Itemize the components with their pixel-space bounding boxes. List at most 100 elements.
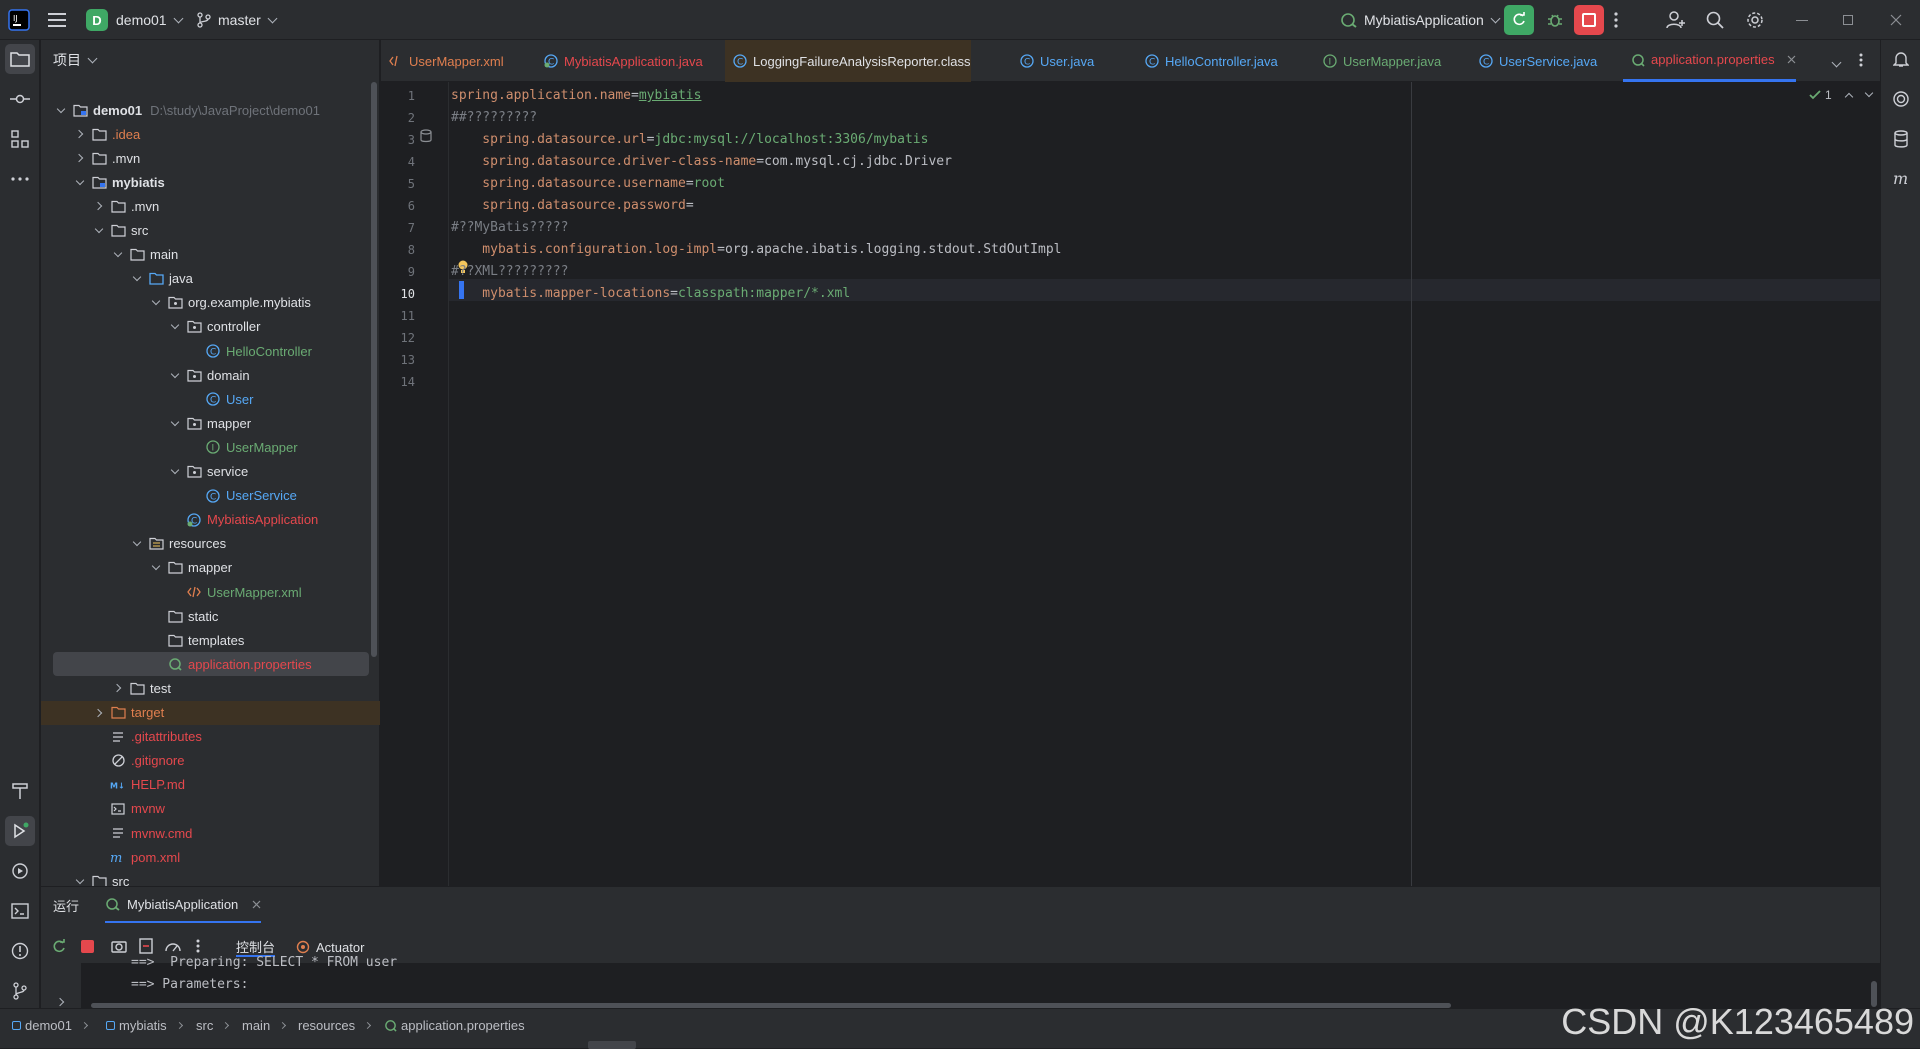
tree-item-usermapper[interactable]: I UserMapper (41, 435, 371, 459)
minimize-icon[interactable] (1796, 0, 1808, 40)
branch-selector[interactable]: master (196, 0, 278, 40)
maven-tool-button[interactable]: m (1886, 164, 1916, 194)
chevron-down-icon[interactable] (129, 271, 145, 287)
chevron-right-icon[interactable] (72, 150, 88, 166)
rerun-button[interactable] (1504, 0, 1534, 40)
tab-loggingfailureanalysisreporter-class[interactable]: C LoggingFailureAnalysisReporter.class (725, 40, 971, 82)
chevron-right-icon[interactable] (91, 705, 107, 721)
code-line[interactable]: spring.datasource.driver-class-name=com.… (451, 151, 952, 173)
git-tool-button[interactable] (5, 976, 35, 1006)
camera-icon[interactable] (111, 939, 127, 956)
chevron-down-icon[interactable] (91, 223, 107, 239)
debug-button[interactable] (1540, 0, 1570, 40)
chevron-down-icon[interactable] (148, 295, 164, 311)
tree-item-java[interactable]: java (41, 267, 371, 291)
run-config-tab[interactable]: MybiatisApplication (105, 887, 262, 923)
tree-item-mybiatisapplication[interactable]: C MybiatisApplication (41, 508, 371, 532)
tree-item-mvnw-cmd[interactable]: mvnw.cmd (41, 821, 371, 845)
code-line[interactable]: #??MyBatis????? (451, 217, 568, 239)
tree-item-src[interactable]: src (41, 219, 371, 243)
tree-item-templates[interactable]: templates (41, 628, 371, 652)
chevron-down-icon[interactable] (167, 319, 183, 335)
tree-item-hellocontroller[interactable]: C HelloController (41, 339, 371, 363)
stop-button[interactable] (1574, 0, 1604, 40)
tab-usermapper-java[interactable]: I UserMapper.java (1315, 40, 1441, 82)
tree-item-mvn[interactable]: .mvn (41, 194, 371, 218)
problems-tool-button[interactable] (5, 936, 35, 966)
tree-item-static[interactable]: static (41, 604, 371, 628)
code-line[interactable]: mybatis.configuration.log-impl=org.apach… (451, 239, 1061, 261)
tree-item-idea[interactable]: .idea (41, 122, 371, 146)
tab-list-chevron-icon[interactable] (1831, 54, 1842, 69)
more-tools-button[interactable] (5, 164, 35, 194)
datasource-gutter-icon[interactable] (419, 129, 433, 146)
tab-application-properties[interactable]: application.properties (1623, 40, 1796, 82)
tab-mybiatisapplication-java[interactable]: C MybiatisApplication.java (536, 40, 703, 82)
tree-item-demo01[interactable]: demo01 D:\study\JavaProject\demo01 (41, 98, 371, 122)
close-window-icon[interactable] (1890, 0, 1902, 40)
tree-item-mapper[interactable]: mapper (41, 411, 371, 435)
tree-item-userservice[interactable]: C UserService (41, 484, 371, 508)
tree-item-service[interactable]: service (41, 460, 371, 484)
tree-item-application-properties[interactable]: application.properties (53, 652, 369, 677)
close-tab-icon[interactable] (1787, 55, 1796, 64)
tab-user-java[interactable]: C User.java (1012, 40, 1094, 82)
chevron-down-icon[interactable] (110, 247, 126, 263)
structure-tool-button[interactable] (5, 124, 35, 154)
tree-item-usermapper-xml[interactable]: UserMapper.xml (41, 580, 371, 604)
tree-item-mapper[interactable]: mapper (41, 556, 371, 580)
notifications-button[interactable] (1886, 44, 1916, 74)
tree-item-user[interactable]: C User (41, 387, 371, 411)
breadcrumb-item[interactable]: resources (298, 1009, 372, 1041)
project-tool-button[interactable] (5, 44, 35, 74)
chevron-down-icon[interactable] (148, 560, 164, 576)
tab-usermapper-xml[interactable]: UserMapper.xml (381, 40, 504, 82)
next-highlight-icon[interactable] (1864, 88, 1873, 98)
tree-item-help-md[interactable]: M↓ HELP.md (41, 773, 371, 797)
breadcrumb-item[interactable]: demo01 (12, 1009, 89, 1041)
inspection-widget[interactable]: 1 (1809, 88, 1873, 102)
tree-item-controller[interactable]: controller (41, 315, 371, 339)
more-actions-icon[interactable] (196, 939, 200, 956)
chevron-down-icon[interactable] (167, 415, 183, 431)
main-menu-icon[interactable] (48, 0, 66, 40)
run-tool-button[interactable] (5, 816, 35, 846)
tab-more-icon[interactable] (1859, 53, 1863, 70)
tree-item-resources[interactable]: resources (41, 532, 371, 556)
tree-item-gitattributes[interactable]: .gitattributes (41, 725, 371, 749)
chevron-right-icon[interactable] (91, 198, 107, 214)
breadcrumb-item[interactable]: main (242, 1009, 287, 1041)
stop-icon[interactable] (81, 940, 94, 953)
actuator-tab[interactable]: Actuator (296, 937, 364, 957)
search-icon[interactable] (1706, 0, 1724, 40)
chevron-down-icon[interactable] (72, 174, 88, 190)
chevron-down-icon[interactable] (167, 367, 183, 383)
code-line[interactable]: #??XML????????? (451, 261, 568, 283)
tree-item-mvnw[interactable]: mvnw (41, 797, 371, 821)
tab-userservice-java[interactable]: C UserService.java (1471, 40, 1597, 82)
close-tab-icon[interactable] (252, 900, 261, 909)
profiler-icon[interactable] (165, 939, 181, 956)
code-line[interactable]: ##????????? (451, 107, 537, 129)
tree-item-gitignore[interactable]: .gitignore (41, 749, 371, 773)
code-line[interactable]: spring.datasource.url=jdbc:mysql://local… (451, 129, 928, 151)
commit-tool-button[interactable] (5, 84, 35, 114)
tree-item-target[interactable]: target (41, 700, 380, 725)
more-actions-icon[interactable] (1614, 0, 1618, 40)
code-editor[interactable]: 1 2 3 4 5 6 7 8 9 10 11 12 13 14 spring.application.n… (381, 82, 1880, 886)
tree-item-pom-xml[interactable]: m pom.xml (41, 845, 371, 869)
console-tab[interactable]: 控制台 (236, 937, 276, 957)
breadcrumb-item[interactable]: application.properties (384, 1009, 525, 1041)
tree-item-main[interactable]: main (41, 243, 371, 267)
expand-chevron-icon[interactable] (55, 993, 65, 1008)
ai-assistant-button[interactable] (1886, 84, 1916, 114)
previous-highlight-icon[interactable] (1844, 92, 1853, 102)
chevron-right-icon[interactable] (72, 126, 88, 142)
project-panel-header[interactable]: 项目 (41, 40, 380, 80)
tree-item-mvn[interactable]: .mvn (41, 146, 371, 170)
breadcrumb-item[interactable]: mybiatis (106, 1009, 183, 1041)
chevron-right-icon[interactable] (110, 680, 126, 696)
tree-item-domain[interactable]: domain (41, 363, 371, 387)
run-config-selector[interactable]: MybiatisApplication (1340, 0, 1501, 40)
terminal-tool-button[interactable] (5, 896, 35, 926)
